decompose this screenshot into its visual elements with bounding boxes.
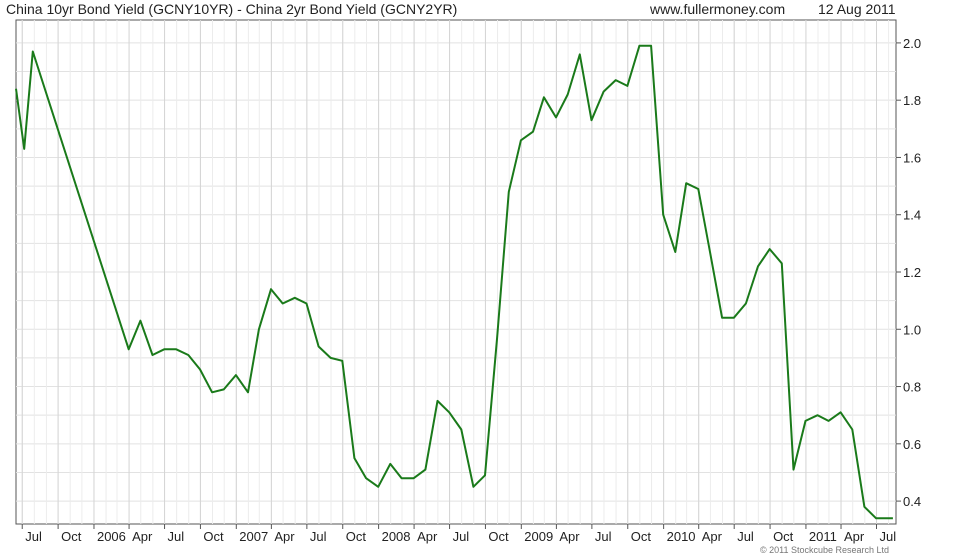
x-tick-label: Apr (132, 529, 153, 544)
x-tick-label: Jul (880, 529, 897, 544)
x-tick-label: Oct (488, 529, 509, 544)
x-tick-label: Jul (168, 529, 185, 544)
x-tick-label: Jul (737, 529, 754, 544)
x-axis: Jul Oct 2006 Apr Jul Oct 2007 Apr Jul Oct 2008 Apr J… (21, 524, 897, 544)
x-tick-label: 2010 (667, 529, 696, 544)
line-chart: 0.4 0.6 0.8 1.0 1.2 1.4 1.6 1.8 2.0 Jul Oct 2006 Ap… (15, 19, 921, 544)
y-tick-label: 1.6 (903, 150, 921, 165)
y-tick-label: 1.4 (903, 208, 921, 223)
x-tick-label: Oct (773, 529, 794, 544)
x-tick-label: Oct (631, 529, 652, 544)
x-tick-label: Oct (346, 529, 367, 544)
yield-spread-line (15, 44, 893, 520)
y-tick-label: 1.2 (903, 265, 921, 280)
copyright-credit: © 2011 Stockcube Research Ltd (760, 545, 890, 555)
horizontal-gridlines (16, 42, 896, 502)
y-tick-label: 0.8 (903, 380, 921, 395)
x-tick-label: Apr (844, 529, 865, 544)
x-tick-label: Apr (702, 529, 723, 544)
x-tick-label: 2006 (97, 529, 126, 544)
x-tick-label: 2009 (524, 529, 553, 544)
x-tick-label: Oct (203, 529, 224, 544)
x-tick-label: Jul (310, 529, 327, 544)
y-tick-label: 1.0 (903, 322, 921, 337)
x-tick-label: 2007 (239, 529, 268, 544)
y-tick-label: 1.8 (903, 93, 921, 108)
x-tick-label: Jul (453, 529, 470, 544)
x-tick-label: Jul (25, 529, 42, 544)
y-tick-label: 0.4 (903, 494, 921, 509)
x-tick-label: Apr (559, 529, 580, 544)
x-tick-label: 2008 (382, 529, 411, 544)
y-tick-label: 2.0 (903, 36, 921, 51)
x-tick-label: Jul (595, 529, 612, 544)
y-tick-label: 0.6 (903, 437, 921, 452)
x-tick-label: Apr (274, 529, 295, 544)
x-tick-label: Oct (61, 529, 82, 544)
x-tick-label: 2011 (809, 529, 837, 544)
y-axis: 0.4 0.6 0.8 1.0 1.2 1.4 1.6 1.8 2.0 (896, 36, 921, 509)
x-tick-label: Apr (417, 529, 438, 544)
